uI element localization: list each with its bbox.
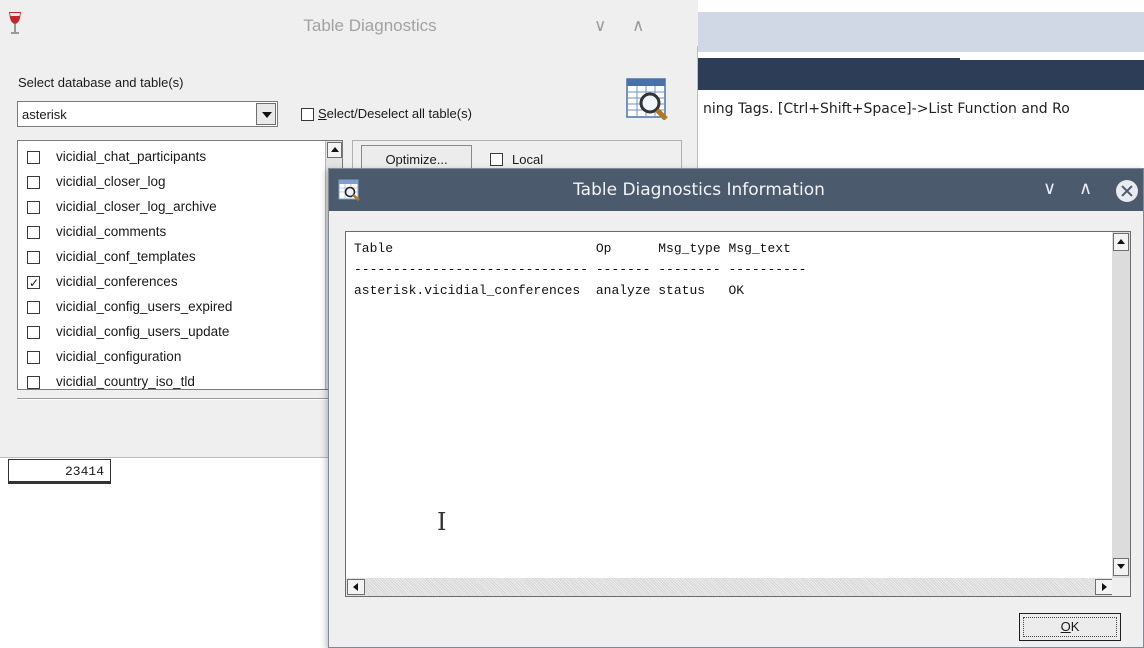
scrollbar-corner [1112,578,1130,596]
table-name: vicidial_closer_log_archive [56,199,217,214]
results-text: Table Op Msg_type Msg_text -------------… [354,241,807,298]
background-window-titlebar [698,12,1144,52]
select-all-label-rest: elect/Deselect all table(s) [326,106,472,121]
editor-hint-text: ning Tags. [Ctrl+Shift+Space]->List Func… [703,101,1070,117]
table-checkbox[interactable] [27,151,40,164]
table-name: vicidial_country_iso_tld [56,374,195,389]
list-item[interactable]: vicidial_chat_participants [18,146,328,171]
results-vertical-scrollbar[interactable] [1112,232,1130,578]
table-checkbox[interactable] [27,251,40,264]
separator [17,398,329,400]
checkmark-icon: ✓ [29,276,40,290]
results-horizontal-scrollbar[interactable] [346,578,1114,596]
scroll-up-button[interactable] [327,142,342,158]
table-checkbox[interactable] [27,376,40,389]
list-item[interactable]: vicidial_closer_log_archive [18,196,328,221]
table-name: vicidial_config_users_update [56,324,230,339]
window-title: Table Diagnostics [303,16,437,35]
table-name: vicidial_config_users_expired [56,299,233,314]
table-list[interactable]: vicidial_chat_participants vicidial_clos… [17,140,343,390]
table-checkbox[interactable] [27,351,40,364]
info-dialog-titlebar[interactable]: Table Diagnostics Information ∨ ∧ [329,169,1143,211]
table-checkbox-checked[interactable]: ✓ [27,276,40,289]
minimize-chevron-icon[interactable]: ∨ [1043,178,1056,199]
grid-cell-value[interactable]: 23414 [8,459,111,484]
scroll-left-button[interactable] [347,579,365,595]
scroll-right-arrow-icon [1102,583,1107,591]
list-item[interactable]: vicidial_comments [18,221,328,246]
table-diagnostics-information-dialog: Table Diagnostics Information ∨ ∧ Table … [328,168,1144,648]
active-tab-indicator [960,58,1144,60]
select-all-mnemonic: S [318,106,327,121]
list-item[interactable]: vicidial_config_users_update [18,321,328,346]
table-name: vicidial_conf_templates [56,249,196,264]
database-combobox-value: asterisk [22,107,67,122]
maximize-chevron-icon[interactable]: ∧ [632,16,644,36]
table-magnifier-icon [338,179,360,201]
table-magnifier-icon [626,78,668,120]
local-checkbox[interactable] [490,153,503,166]
scroll-up-button[interactable] [1113,233,1129,251]
ok-button[interactable]: OK [1019,613,1121,641]
table-checkbox[interactable] [27,226,40,239]
select-all-checkbox[interactable] [301,108,314,121]
table-name: vicidial_comments [56,224,167,239]
table-checkbox[interactable] [27,176,40,189]
list-item[interactable]: vicidial_country_iso_tld [18,371,328,389]
wine-glass-app-icon [9,12,21,34]
list-item[interactable]: vicidial_conf_templates [18,246,328,271]
table-name: vicidial_configuration [56,349,182,364]
results-text-area[interactable]: Table Op Msg_type Msg_text -------------… [345,231,1131,597]
list-item[interactable]: vicidial_configuration [18,346,328,371]
dialog-title: Table Diagnostics Information [573,180,825,200]
minimize-chevron-icon[interactable]: ∨ [594,16,606,36]
ok-mnemonic: O [1060,619,1071,634]
table-name: vicidial_chat_participants [56,149,207,164]
scroll-right-button[interactable] [1095,579,1113,595]
close-icon[interactable] [1116,180,1138,202]
list-item[interactable]: vicidial_closer_log [18,171,328,196]
dropdown-button[interactable] [256,103,276,125]
table-checkbox[interactable] [27,201,40,214]
scroll-up-arrow-icon [1117,239,1125,244]
scroll-up-arrow-icon [331,147,339,152]
scroll-left-arrow-icon [353,583,358,591]
list-item[interactable]: vicidial_config_users_expired [18,296,328,321]
list-item[interactable]: ✓ vicidial_conferences [18,271,328,296]
table-name: vicidial_conferences [56,274,178,289]
dropdown-arrow-icon [262,112,272,118]
table-checkbox[interactable] [27,326,40,339]
select-database-label: Select database and table(s) [18,75,184,90]
table-name: vicidial_closer_log [56,174,166,189]
local-label[interactable]: Local [512,152,543,167]
background-editor-tabbar [698,58,1144,90]
ok-label-rest: K [1070,619,1080,634]
table-diagnostics-titlebar[interactable]: Table Diagnostics ∨ ∧ [0,0,698,46]
select-all-label[interactable]: Select/Deselect all table(s) [318,106,472,121]
database-combobox[interactable]: asterisk [17,101,278,127]
maximize-chevron-icon[interactable]: ∧ [1079,178,1092,199]
text-cursor-icon: I [437,508,447,536]
table-checkbox[interactable] [27,301,40,314]
scroll-down-arrow-icon [1117,564,1125,569]
scroll-down-button[interactable] [1113,558,1129,576]
